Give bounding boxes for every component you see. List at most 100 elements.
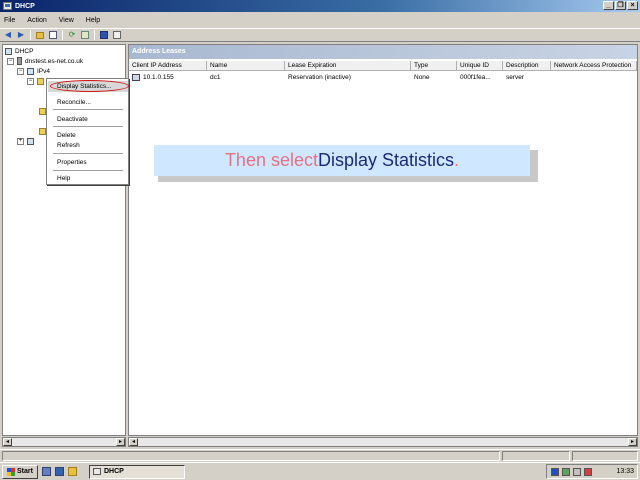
column-header-description[interactable]: Description <box>503 61 551 71</box>
tree-item-dhcp[interactable]: DHCP <box>5 46 33 56</box>
show-hide-tree-icon[interactable] <box>48 30 58 40</box>
cell-unique-id: 000f1fea... <box>460 74 491 81</box>
dhcp-app-icon <box>3 2 12 10</box>
column-headers: Client IP Address Name Lease Expiration … <box>129 61 637 71</box>
scroll-left-button[interactable]: ◂ <box>3 438 12 446</box>
menu-item-reconcile[interactable]: Reconcile... <box>57 99 91 106</box>
tree-label: IPv4 <box>37 67 51 75</box>
close-button[interactable]: × <box>627 1 638 10</box>
collapse-icon[interactable]: − <box>17 67 24 75</box>
tree-item-ipv4[interactable]: − IPv4 <box>17 66 50 76</box>
minimize-button[interactable]: _ <box>603 1 614 10</box>
status-panel <box>572 451 638 461</box>
right-horizontal-scrollbar[interactable]: ◂ ▸ <box>128 437 638 447</box>
action-center-icon[interactable] <box>562 467 570 476</box>
help-icon[interactable] <box>99 30 109 40</box>
start-label: Start <box>17 468 33 475</box>
column-header-unique-id[interactable]: Unique ID <box>457 61 503 71</box>
menu-separator <box>53 153 123 154</box>
column-header-lease-expiration[interactable]: Lease Expiration <box>285 61 411 71</box>
tree-item-ipv6[interactable]: + <box>17 136 37 146</box>
volume-icon[interactable] <box>573 467 581 476</box>
menu-separator <box>53 170 123 171</box>
expand-icon[interactable]: + <box>17 137 24 145</box>
security-icon[interactable] <box>584 467 592 476</box>
toolbar: ◀ ▶ ⟳ <box>0 28 640 42</box>
cell-text: 10.1.0.155 <box>143 74 174 81</box>
table-row[interactable]: 10.1.0.155 dc1 Reservation (inactive) No… <box>129 73 637 83</box>
powershell-icon[interactable] <box>54 467 64 476</box>
windows-logo-icon <box>7 467 15 476</box>
menu-item-delete[interactable]: Delete <box>57 132 76 139</box>
forward-icon[interactable]: ▶ <box>16 30 26 40</box>
left-horizontal-scrollbar[interactable]: ◂ ▸ <box>2 437 126 447</box>
status-panel <box>502 451 570 461</box>
tree-item-server[interactable]: − dnstest.es-net.co.uk <box>7 56 83 66</box>
scope-folder-icon <box>37 77 44 85</box>
callout-text-highlight: Display Statistics <box>318 150 455 170</box>
collapse-icon[interactable]: − <box>27 77 34 85</box>
menu-bar: File Action View Help <box>0 14 640 26</box>
menu-action[interactable]: Action <box>27 17 46 24</box>
clock[interactable]: 13:33 <box>616 468 634 475</box>
collapse-icon[interactable]: − <box>7 57 14 65</box>
context-menu: Display Statistics... Reconcile... Deact… <box>46 78 129 185</box>
status-panel <box>2 451 500 461</box>
toolbar-separator <box>62 30 63 40</box>
cell-nap <box>551 73 637 83</box>
properties-icon[interactable] <box>112 30 122 40</box>
results-pane: Address Leases Client IP Address Name Le… <box>128 44 638 436</box>
refresh-icon[interactable]: ⟳ <box>67 30 77 40</box>
tree-label: dnstest.es-net.co.uk <box>25 57 84 65</box>
network-icon[interactable] <box>551 467 559 476</box>
scroll-left-button[interactable]: ◂ <box>129 438 138 446</box>
cell-lease-expiration: Reservation (inactive) <box>288 74 351 81</box>
scroll-right-button[interactable]: ▸ <box>116 438 125 446</box>
menu-separator <box>53 126 123 127</box>
callout-text-prefix: Then select <box>224 150 318 170</box>
start-button[interactable]: Start <box>2 464 38 479</box>
menu-help[interactable]: Help <box>86 17 100 24</box>
dhcp-app-icon <box>92 468 101 475</box>
maximize-button[interactable]: ❐ <box>615 1 626 10</box>
window-title: DHCP <box>15 2 35 10</box>
up-folder-icon[interactable] <box>35 30 45 40</box>
menu-item-deactivate[interactable]: Deactivate <box>57 116 88 123</box>
server-manager-icon[interactable] <box>41 467 51 476</box>
status-bar <box>0 449 640 461</box>
column-header-nap[interactable]: Network Access Protection <box>551 61 637 71</box>
toolbar-separator <box>94 30 95 40</box>
taskbar: Start DHCP 13:33 <box>0 462 640 480</box>
pane-title: Address Leases <box>129 45 637 59</box>
system-tray: 13:33 <box>546 464 638 479</box>
export-list-icon[interactable] <box>80 30 90 40</box>
menu-file[interactable]: File <box>4 17 15 24</box>
column-header-type[interactable]: Type <box>411 61 457 71</box>
menu-view[interactable]: View <box>59 17 74 24</box>
menu-item-properties[interactable]: Properties <box>57 159 87 166</box>
cell-name: dc1 <box>210 74 221 81</box>
tree-label: DHCP <box>15 47 34 55</box>
title-bar: DHCP _ ❐ × <box>0 0 640 12</box>
scroll-right-button[interactable]: ▸ <box>628 438 637 446</box>
cell-client-ip: 10.1.0.155 <box>129 73 207 83</box>
dhcp-icon <box>5 47 12 55</box>
ipv6-icon <box>27 137 34 145</box>
back-icon[interactable]: ◀ <box>3 30 13 40</box>
folder-icon <box>39 127 46 135</box>
tutorial-callout: Then select Display Statistics. <box>154 145 530 176</box>
menu-item-refresh[interactable]: Refresh <box>57 142 80 149</box>
taskbar-item-dhcp[interactable]: DHCP <box>88 464 185 479</box>
menu-item-display-statistics[interactable]: Display Statistics... <box>57 83 112 90</box>
callout-text-suffix: . <box>454 150 460 170</box>
menu-separator <box>53 109 123 110</box>
server-icon <box>17 57 22 65</box>
column-header-name[interactable]: Name <box>207 61 285 71</box>
tree-item-scope[interactable]: − <box>27 76 47 86</box>
toolbar-separator <box>30 30 31 40</box>
menu-item-help[interactable]: Help <box>57 175 70 182</box>
folder-icon <box>39 107 46 115</box>
ipv4-icon <box>27 67 34 75</box>
column-header-client-ip[interactable]: Client IP Address <box>129 61 207 71</box>
explorer-icon[interactable] <box>67 467 77 476</box>
